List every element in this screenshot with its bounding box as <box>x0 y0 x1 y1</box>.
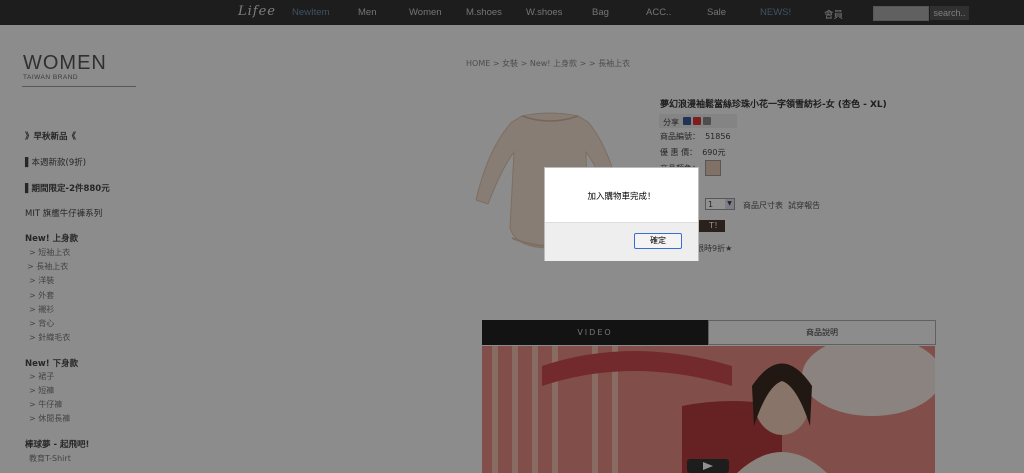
alert-dialog: 加入購物車完成！ 確定 <box>544 167 699 261</box>
modal-overlay[interactable] <box>0 0 1024 473</box>
dialog-message: 加入購物車完成！ <box>587 192 656 202</box>
ok-button[interactable]: 確定 <box>634 233 682 249</box>
dialog-footer: 確定 <box>545 222 698 261</box>
